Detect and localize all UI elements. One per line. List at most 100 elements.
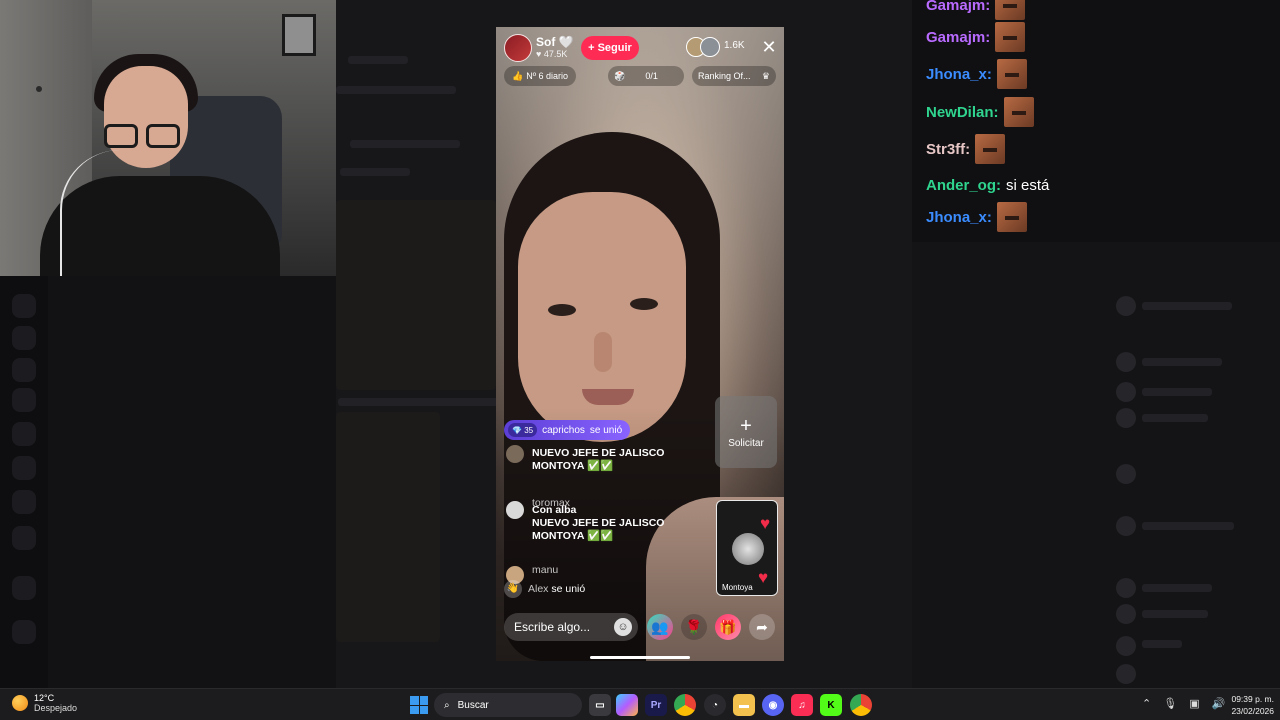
goal-progress: 0/1: [645, 71, 658, 81]
clock-date: 23/02/2026: [1231, 706, 1274, 716]
search-label: Buscar: [457, 699, 489, 711]
background-member-list: [912, 242, 1280, 688]
daily-rank-badge[interactable]: 👍 Nº 6 diario: [504, 66, 577, 86]
plus-icon: +: [740, 414, 752, 437]
cam-glasses: [104, 124, 182, 148]
system-tray[interactable]: ⌃ 🎙 ▣ 🔊: [1142, 697, 1225, 710]
cam-picture-frame: [282, 14, 316, 56]
emote-icon: [996, 59, 1027, 89]
goal-badge[interactable]: 🎲 0/1: [608, 66, 684, 86]
chat-user: Str3ff:: [926, 140, 971, 158]
goal-icon: 🎲: [614, 70, 626, 81]
host-profile[interactable]: Sof 🤍 ♥ 47.5K: [504, 33, 580, 63]
daily-rank-label: Nº 6 diario: [526, 71, 569, 81]
premiere-icon[interactable]: Pr: [645, 694, 667, 716]
comment-avatar: [506, 445, 524, 463]
follow-label: Seguir: [597, 42, 632, 54]
weather-icon: [12, 695, 28, 711]
chrome-icon[interactable]: [674, 694, 696, 716]
kick-icon[interactable]: K: [820, 694, 842, 716]
clock-time: 09:39 p. m.: [1231, 694, 1274, 704]
comment-item[interactable]: NUEVO JEFE DE JALISCO MONTOYA ✅✅: [504, 445, 704, 473]
chrome-profile-icon[interactable]: [850, 694, 872, 716]
chat-message: Gamajm:: [926, 21, 1026, 53]
join-line-action: se unió: [551, 583, 586, 595]
task-view-icon[interactable]: ▭: [589, 694, 611, 716]
follow-button[interactable]: + Seguir: [581, 36, 639, 60]
chat-user: Jhona_x:: [926, 208, 992, 226]
app-icon[interactable]: ◔: [704, 694, 726, 716]
webcam-feed: [0, 0, 336, 276]
host-likes: 47.5K: [543, 49, 568, 59]
taskbar-search[interactable]: ⌕ Buscar: [434, 693, 582, 717]
weather-temp: 12°C: [34, 693, 55, 703]
comment-user: manu: [532, 564, 559, 576]
comment-item[interactable]: toromax Con alba NUEVO JEFE DE JALISCO M…: [504, 497, 704, 543]
chat-text: si está: [1006, 176, 1050, 194]
emote-icon: [996, 202, 1027, 232]
chat-user: Jhona_x:: [926, 65, 992, 83]
comment-text: NUEVO JEFE DE JALISCO MONTOYA ✅✅: [532, 517, 665, 542]
heart-icon: ♥: [536, 49, 542, 59]
discord-icon[interactable]: ◉: [762, 694, 784, 716]
close-live-button[interactable]: ✕: [760, 38, 778, 56]
tiktok-live-view[interactable]: Sof 🤍 ♥ 47.5K + Seguir 1.6K ✕ 👍 Nº 6 dia…: [496, 27, 784, 661]
vip-join-banner: 💎 35 caprichos se unió: [504, 420, 631, 440]
emoji-icon[interactable]: ☺: [614, 618, 632, 636]
host-avatar[interactable]: [504, 34, 532, 62]
search-icon: ⌕: [444, 699, 450, 711]
emote-icon: [975, 134, 1006, 164]
chat-message: Jhona_x:: [926, 58, 1027, 90]
share-icon[interactable]: ➦: [749, 614, 775, 640]
file-explorer-icon[interactable]: ▬: [733, 694, 755, 716]
host-lips: [582, 389, 634, 405]
music-icon[interactable]: ♫: [791, 694, 813, 716]
stream-chat: Gamajm: Gamajm: Jhona_x: NewDilan: Str3f…: [912, 0, 1280, 242]
guest-avatar: [732, 533, 764, 565]
crown-icon: ♛: [761, 70, 770, 81]
comment-input[interactable]: Escribe algo... ☺: [504, 613, 638, 641]
join-line-user: Alex: [528, 583, 549, 595]
chat-message: Gamajm:: [926, 0, 1026, 21]
wave-icon: 👋: [504, 580, 522, 598]
comment-text: Con alba: [532, 504, 577, 516]
top-viewers[interactable]: [686, 37, 722, 59]
guest-name: Montoya: [722, 583, 753, 592]
comment-placeholder: Escribe algo...: [514, 620, 591, 634]
home-indicator: [590, 656, 690, 659]
chat-user: Ander_og:: [926, 176, 1001, 194]
weather-widget[interactable]: 12°C Despejado: [12, 693, 77, 713]
chat-user: Gamajm:: [926, 28, 991, 46]
emote-icon: [1003, 97, 1034, 127]
ranking-label: Ranking Of...: [698, 71, 751, 81]
chat-message: Jhona_x:: [926, 201, 1027, 233]
taskbar: 12°C Despejado ⌕ Buscar ▭ Pr ◔ ▬ ◉ ♫ K ⌃…: [0, 688, 1280, 720]
comment-item[interactable]: manu: [504, 564, 704, 584]
join-action: se unió: [589, 424, 623, 436]
clock[interactable]: 09:39 p. m. 23/02/2026: [1222, 693, 1274, 717]
microphone-icon[interactable]: 🎙: [1163, 697, 1177, 710]
gift-icon[interactable]: 🎁: [715, 614, 741, 640]
windows-start-icon[interactable]: [410, 696, 428, 714]
request-guest-button[interactable]: + Solicitar: [715, 396, 777, 468]
viewer-count[interactable]: 1.6K: [724, 40, 745, 51]
weather-desc: Despejado: [34, 703, 78, 713]
network-icon[interactable]: ▣: [1189, 697, 1199, 710]
copilot-icon[interactable]: [616, 694, 638, 716]
chat-user: Gamajm:: [926, 0, 991, 14]
cam-earphone-cable: [60, 150, 170, 276]
chat-user: NewDilan:: [926, 103, 999, 121]
fire-icon: 👍: [512, 70, 524, 81]
comment-text: NUEVO JEFE DE JALISCO MONTOYA ✅✅: [532, 447, 665, 472]
request-label: Solicitar: [728, 437, 764, 449]
comment-avatar: [506, 501, 524, 519]
viewer-avatar[interactable]: [700, 37, 720, 57]
ranking-badge[interactable]: Ranking Of... ♛: [692, 66, 776, 86]
rose-icon[interactable]: 🌹: [681, 614, 707, 640]
join-notification: 👋 Alex se unió: [504, 580, 585, 598]
heart-icon: ♥: [758, 568, 769, 587]
chevron-up-icon[interactable]: ⌃: [1142, 697, 1151, 710]
desktop-screen: ⊕ ↷ ⤓ ⧉ ⋯ ✕ — ☐ ✕: [0, 0, 1280, 720]
chat-message: Ander_og: si está: [926, 169, 1049, 201]
multi-guest-icon[interactable]: 👥: [647, 614, 673, 640]
